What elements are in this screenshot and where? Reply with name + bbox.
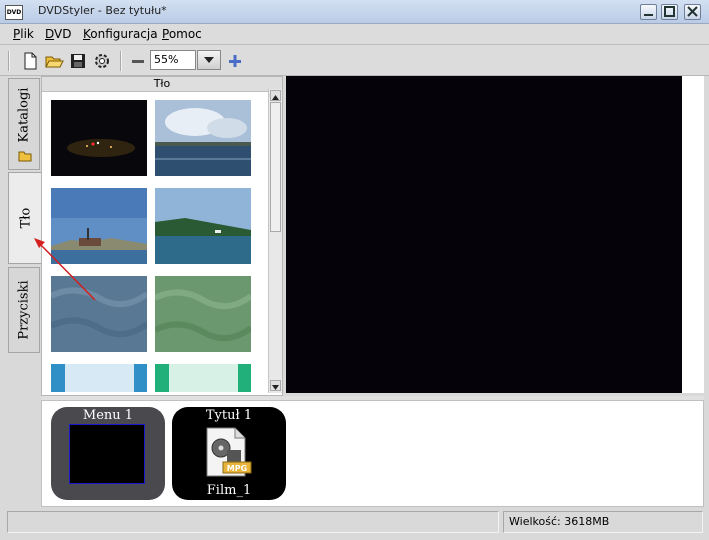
thumbnail-green-stripe[interactable] bbox=[155, 364, 251, 392]
thumbnail-blue-stripe[interactable] bbox=[51, 364, 147, 392]
thumbnail-sea-clouds[interactable] bbox=[155, 100, 251, 176]
ship-harbour-image bbox=[51, 188, 147, 264]
blue-stripe-image bbox=[51, 364, 147, 392]
tab-przyciski-label: Przyciski bbox=[16, 280, 32, 340]
close-button[interactable] bbox=[684, 4, 701, 20]
menu-card-title: Menu 1 bbox=[82, 408, 134, 423]
tab-katalogi-label: Katalogi bbox=[16, 87, 32, 143]
open-folder-icon bbox=[45, 56, 64, 68]
zoom-input[interactable]: 55% bbox=[150, 50, 196, 70]
menu-pomoc[interactable]: Pomoc bbox=[162, 27, 202, 41]
minimize-button[interactable] bbox=[640, 4, 657, 20]
green-stripe-image bbox=[155, 364, 251, 392]
night-road-image bbox=[51, 100, 147, 176]
folder-icon bbox=[18, 151, 32, 162]
statusbar: Wielkość: 3618MB bbox=[0, 509, 709, 540]
app-icon: DVD bbox=[5, 5, 23, 20]
video-file-icon: MPG bbox=[206, 427, 252, 477]
menu-konfiguracja[interactable]: Konfiguracja bbox=[83, 27, 158, 41]
zoom-out-icon bbox=[132, 60, 144, 63]
open-button[interactable] bbox=[44, 51, 64, 71]
thumbnail-lake-shore[interactable] bbox=[155, 188, 251, 264]
scroll-down-button[interactable] bbox=[270, 380, 281, 391]
background-panel: Tło bbox=[41, 76, 283, 396]
status-size: Wielkość: 3618MB bbox=[503, 511, 703, 533]
settings-icon bbox=[95, 54, 109, 68]
scroll-up-icon bbox=[272, 95, 279, 100]
thumbnail-green-pattern[interactable] bbox=[155, 276, 251, 352]
zoom-in-button[interactable] bbox=[225, 51, 245, 71]
scrollbar-thumb[interactable] bbox=[270, 102, 281, 232]
menu-card[interactable]: Menu 1 bbox=[51, 407, 165, 500]
menu-plik[interactable]: Plik bbox=[13, 27, 34, 41]
title-card-file-label: Film_1 bbox=[206, 483, 252, 498]
tab-tlo[interactable]: Tło bbox=[8, 172, 42, 264]
save-icon bbox=[71, 54, 85, 68]
sea-clouds-image bbox=[155, 100, 251, 176]
menu-dvd[interactable]: DVD bbox=[45, 27, 71, 41]
dropdown-arrow-icon bbox=[204, 57, 214, 63]
mpg-badge: MPG bbox=[227, 464, 247, 473]
blue-pattern-image bbox=[51, 276, 147, 352]
maximize-button[interactable] bbox=[661, 4, 678, 20]
green-pattern-image bbox=[155, 276, 251, 352]
menu-preview-canvas[interactable] bbox=[286, 76, 682, 393]
menu-thumbnail bbox=[69, 424, 145, 484]
thumbnail-night-road[interactable] bbox=[51, 100, 147, 176]
panel-scrollbar[interactable] bbox=[268, 89, 282, 393]
new-button[interactable] bbox=[20, 51, 40, 71]
zoom-out-button[interactable] bbox=[128, 51, 148, 71]
new-file-icon bbox=[24, 52, 37, 70]
status-message bbox=[7, 511, 499, 533]
title-card-title: Tytuł 1 bbox=[205, 408, 253, 423]
tab-tlo-label: Tło bbox=[18, 207, 33, 229]
toolbar-separator bbox=[8, 51, 10, 71]
panel-header: Tło bbox=[42, 77, 282, 92]
zoom-in-icon bbox=[229, 55, 241, 67]
settings-button[interactable] bbox=[92, 51, 112, 71]
tab-katalogi[interactable]: Katalogi bbox=[8, 78, 40, 170]
preview-margin bbox=[682, 76, 704, 393]
thumbnail-ship-harbour[interactable] bbox=[51, 188, 147, 264]
zoom-dropdown-button[interactable] bbox=[197, 50, 221, 70]
save-button[interactable] bbox=[68, 51, 88, 71]
menubar: Plik DVD Konfiguracja Pomoc bbox=[0, 24, 709, 45]
side-tabs: Katalogi Tło Przyciski bbox=[0, 76, 42, 396]
titleset-panel: Menu 1 Tytuł 1 MPG Film_1 bbox=[41, 400, 704, 507]
lake-shore-image bbox=[155, 188, 251, 264]
title-card[interactable]: Tytuł 1 MPG Film_1 bbox=[172, 407, 286, 500]
window-titlebar: DVD DVDStyler - Bez tytułu* bbox=[0, 0, 709, 24]
thumbnail-blue-pattern[interactable] bbox=[51, 276, 147, 352]
close-icon bbox=[687, 6, 698, 17]
minimize-icon bbox=[644, 14, 653, 16]
toolbar: 55% bbox=[0, 45, 709, 76]
scroll-up-button[interactable] bbox=[270, 90, 281, 101]
tab-przyciski[interactable]: Przyciski bbox=[8, 267, 40, 353]
scroll-down-icon bbox=[272, 385, 279, 390]
maximize-icon bbox=[664, 6, 675, 17]
window-title: DVDStyler - Bez tytułu* bbox=[38, 4, 167, 17]
toolbar-separator bbox=[120, 51, 122, 71]
